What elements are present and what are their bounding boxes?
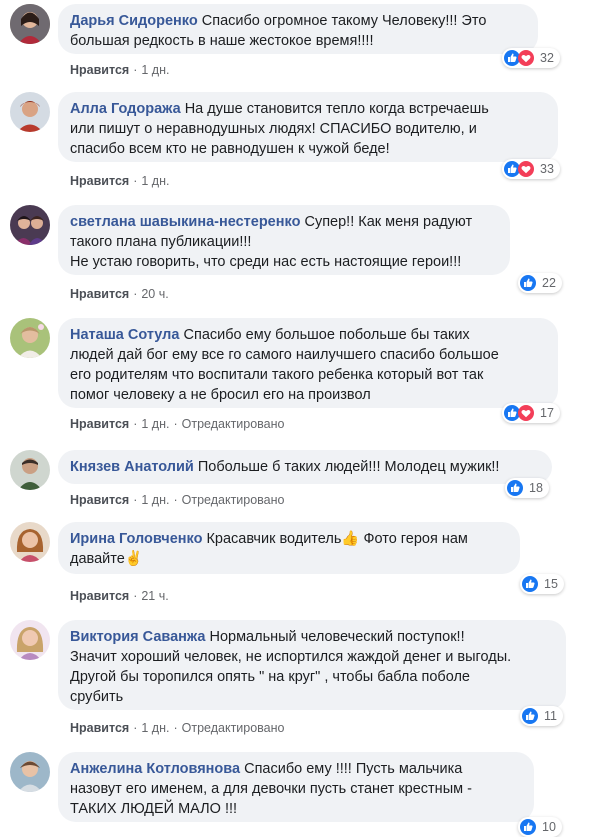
like-button[interactable]: Нравится (70, 417, 129, 431)
timestamp[interactable]: 1 дн. (141, 721, 169, 735)
comment-bubble: Дарья Сидоренко Спасибо огромное такому … (58, 4, 538, 54)
author-link[interactable]: Анжелина Котловянова (70, 761, 240, 777)
reactions-summary[interactable]: 18 (505, 478, 549, 498)
comment-bubble: Анжелина Котловянова Спасибо ему !!!! Пу… (58, 752, 534, 822)
reactions-summary[interactable]: 17 (502, 403, 560, 423)
reactions-summary[interactable]: 33 (502, 159, 560, 179)
avatar[interactable] (10, 450, 50, 490)
reaction-count: 15 (544, 577, 558, 591)
like-button[interactable]: Нравится (70, 287, 129, 301)
comment-text: Виктория Саванжа Нормальный человеческий… (70, 627, 554, 707)
reaction-count: 10 (542, 820, 556, 834)
comment-text: светлана шавыкина-нестеренко Супер!! Как… (70, 212, 498, 272)
reactions-summary[interactable]: 10 (518, 817, 562, 837)
comment-actions: Нравится · 1 дн. · Отредактировано (70, 417, 285, 431)
reaction-count: 17 (540, 406, 554, 420)
author-link[interactable]: Дарья Сидоренко (70, 13, 198, 29)
comment-bubble: Алла Годоража На душе становится тепло к… (58, 92, 558, 162)
avatar[interactable] (10, 318, 50, 358)
comment-bubble: Наташа Сотула Спасибо ему большое поболь… (58, 318, 558, 408)
reaction-count: 18 (529, 481, 543, 495)
avatar[interactable] (10, 4, 50, 44)
avatar[interactable] (10, 752, 50, 792)
timestamp[interactable]: 1 дн. (141, 174, 169, 188)
timestamp[interactable]: 1 дн. (141, 493, 169, 507)
comment-text: Князев Анатолий Побольше б таких людей!!… (70, 457, 540, 477)
comment-bubble: Ирина Головченко Красавчик водитель👍 Фот… (58, 522, 520, 574)
comment-actions: Нравится · 1 дн. · Отредактировано (70, 721, 285, 735)
like-reaction-icon (520, 275, 536, 291)
comment-text: Дарья Сидоренко Спасибо огромное такому … (70, 11, 526, 51)
author-link[interactable]: светлана шавыкина-нестеренко (70, 214, 300, 230)
author-link[interactable]: Князев Анатолий (70, 459, 194, 475)
like-button[interactable]: Нравится (70, 589, 129, 603)
love-reaction-icon (518, 405, 534, 421)
love-reaction-icon (518, 161, 534, 177)
reaction-count: 32 (540, 51, 554, 65)
timestamp[interactable]: 20 ч. (141, 287, 168, 301)
edited-label: Отредактировано (181, 417, 285, 431)
reactions-summary[interactable]: 22 (518, 273, 562, 293)
comment-actions: Нравится · 20 ч. (70, 287, 169, 301)
like-button[interactable]: Нравится (70, 174, 129, 188)
comment-text: Наташа Сотула Спасибо ему большое поболь… (70, 325, 546, 405)
author-link[interactable]: Виктория Саванжа (70, 629, 205, 645)
reaction-count: 33 (540, 162, 554, 176)
like-button[interactable]: Нравится (70, 721, 129, 735)
comment-bubble: Виктория Саванжа Нормальный человеческий… (58, 620, 566, 710)
love-reaction-icon (518, 50, 534, 66)
comment-bubble: Князев Анатолий Побольше б таких людей!!… (58, 450, 552, 484)
timestamp[interactable]: 1 дн. (141, 63, 169, 77)
like-button[interactable]: Нравится (70, 493, 129, 507)
comment-actions: Нравится · 1 дн. (70, 63, 170, 77)
like-reaction-icon (507, 480, 523, 496)
edited-label: Отредактировано (181, 493, 285, 507)
reaction-count: 22 (542, 276, 556, 290)
reactions-summary[interactable]: 15 (520, 574, 564, 594)
comment-text: Ирина Головченко Красавчик водитель👍 Фот… (70, 529, 508, 569)
avatar[interactable] (10, 205, 50, 245)
like-reaction-icon (522, 576, 538, 592)
timestamp[interactable]: 1 дн. (141, 417, 169, 431)
author-link[interactable]: Наташа Сотула (70, 327, 179, 343)
reactions-summary[interactable]: 32 (502, 48, 560, 68)
timestamp[interactable]: 21 ч. (141, 589, 168, 603)
avatar[interactable] (10, 620, 50, 660)
reactions-summary[interactable]: 11 (520, 706, 563, 726)
reaction-count: 11 (544, 709, 557, 723)
comment-actions: Нравится · 21 ч. (70, 589, 169, 603)
comment-text: Алла Годоража На душе становится тепло к… (70, 99, 546, 159)
edited-label: Отредактировано (181, 721, 285, 735)
like-reaction-icon (522, 708, 538, 724)
comment-bubble: светлана шавыкина-нестеренко Супер!! Как… (58, 205, 510, 275)
avatar[interactable] (10, 522, 50, 562)
author-link[interactable]: Алла Годоража (70, 101, 181, 117)
author-link[interactable]: Ирина Головченко (70, 531, 202, 547)
comment-actions: Нравится · 1 дн. · Отредактировано (70, 493, 285, 507)
comment-body: Побольше б таких людей!!! Молодец мужик!… (197, 459, 500, 475)
comment-text: Анжелина Котловянова Спасибо ему !!!! Пу… (70, 759, 522, 819)
comment-actions: Нравится · 1 дн. (70, 174, 170, 188)
avatar[interactable] (10, 92, 50, 132)
like-button[interactable]: Нравится (70, 63, 129, 77)
